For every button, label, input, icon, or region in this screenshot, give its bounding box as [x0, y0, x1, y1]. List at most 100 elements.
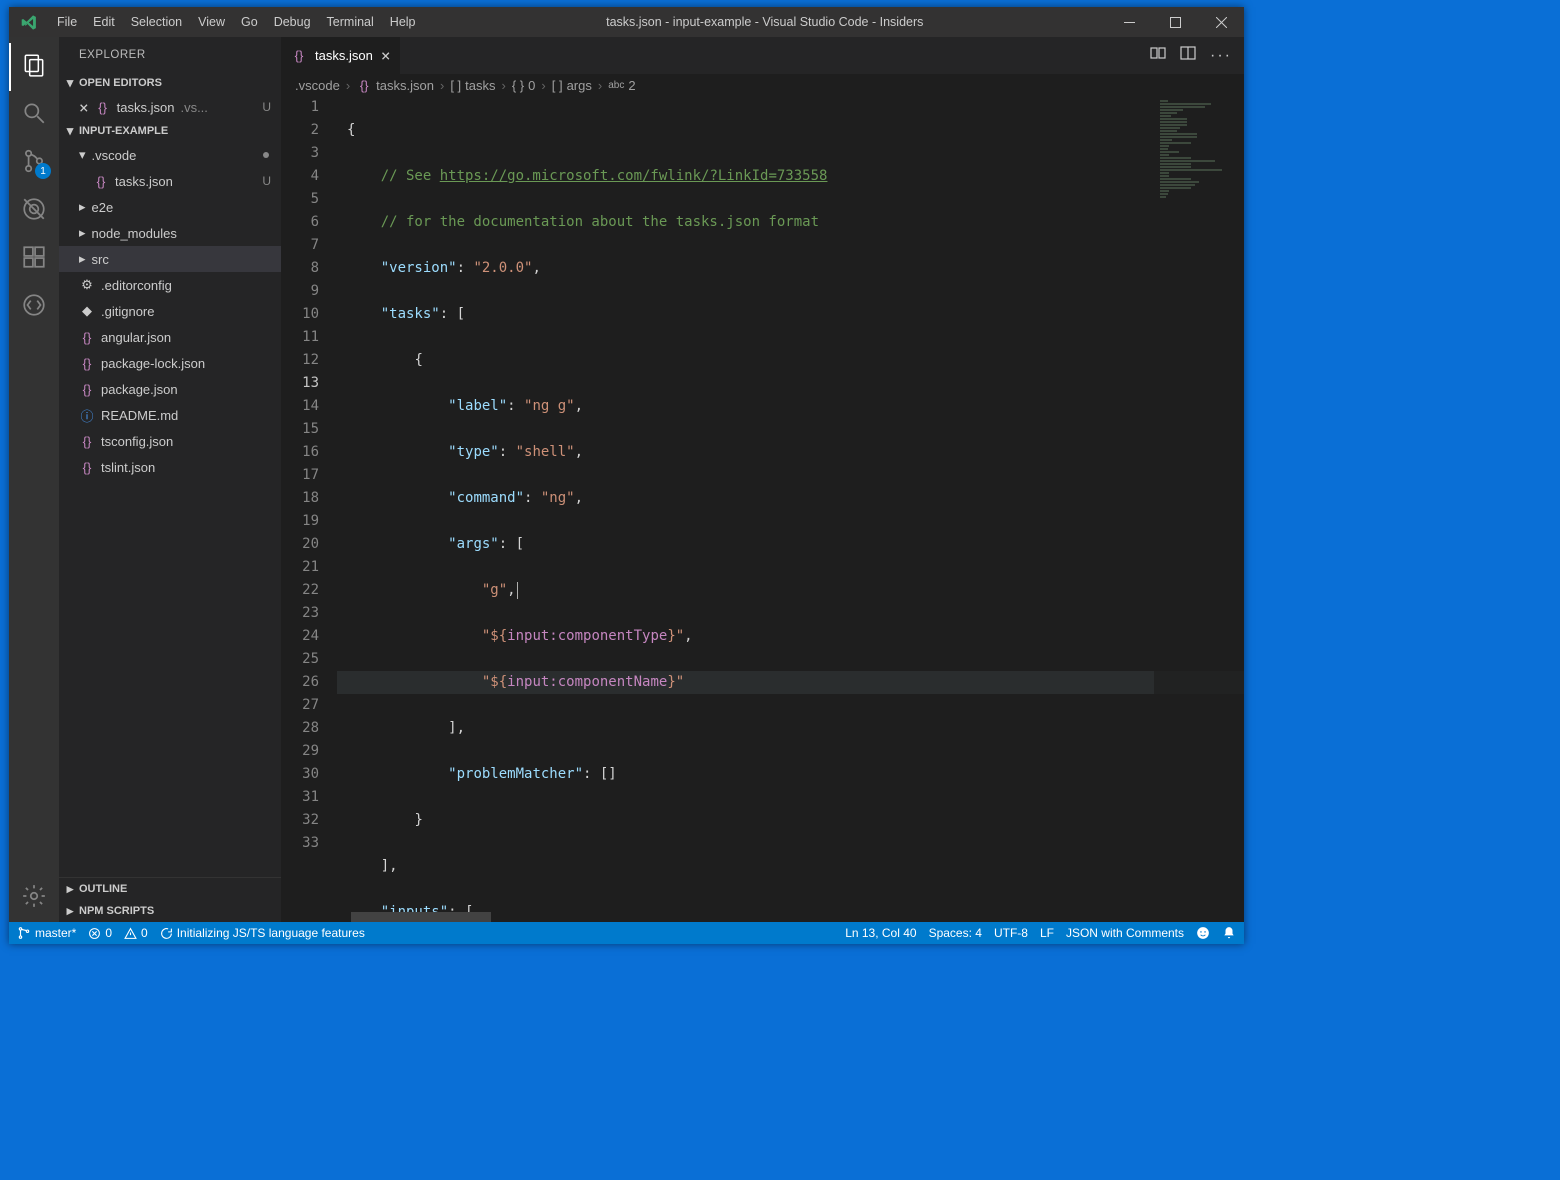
file-tsconfig[interactable]: {} tsconfig.json: [59, 428, 281, 454]
status-language[interactable]: JSON with Comments: [1066, 926, 1184, 940]
editor-group: {} tasks.json × ··· .vscode› {}tasks.jso…: [281, 37, 1244, 922]
close-button[interactable]: [1198, 7, 1244, 37]
menu-go[interactable]: Go: [233, 15, 266, 29]
info-icon: ⓘ: [79, 407, 95, 423]
json-icon: {}: [79, 381, 95, 397]
file-label: package.json: [101, 382, 178, 397]
outline-label: OUTLINE: [79, 883, 127, 895]
activity-settings[interactable]: [9, 874, 59, 922]
file-package-lock[interactable]: {}package-lock.json: [59, 350, 281, 376]
crumb-tasks[interactable]: tasks: [465, 78, 495, 93]
project-label: INPUT-EXAMPLE: [79, 125, 168, 137]
code-editor[interactable]: 1234567891011121314151617181920212223242…: [281, 96, 1244, 912]
activity-explorer[interactable]: [9, 43, 59, 91]
modified-dot-icon: [263, 152, 269, 158]
git-status: U: [262, 174, 271, 188]
file-label: .gitignore: [101, 304, 154, 319]
file-package-json[interactable]: {} package.json: [59, 376, 281, 402]
activity-debug[interactable]: [9, 187, 59, 235]
menu-bar: File Edit Selection View Go Debug Termin…: [49, 15, 424, 29]
menu-help[interactable]: Help: [382, 15, 424, 29]
json-icon: {}: [79, 459, 95, 475]
status-branch[interactable]: master*: [17, 926, 76, 940]
activity-bar: 1: [9, 37, 59, 922]
open-editors-header[interactable]: ▾OPEN EDITORS: [59, 72, 281, 94]
status-errors[interactable]: 0: [88, 926, 112, 940]
compare-icon[interactable]: [1150, 45, 1166, 66]
crumb-index[interactable]: 0: [528, 78, 535, 93]
file-tasks-json[interactable]: {}tasks.jsonU: [59, 168, 281, 194]
more-icon[interactable]: ···: [1210, 47, 1232, 65]
file-label: tsconfig.json: [101, 434, 173, 449]
status-eol[interactable]: LF: [1040, 926, 1054, 940]
close-icon[interactable]: ×: [79, 98, 89, 117]
json-icon: {}: [79, 433, 95, 449]
file-editorconfig[interactable]: ⚙ .editorconfig: [59, 272, 281, 298]
horizontal-scrollbar[interactable]: [281, 912, 1244, 922]
status-encoding[interactable]: UTF-8: [994, 926, 1028, 940]
file-label: angular.json: [101, 330, 171, 345]
crumb-args[interactable]: args: [567, 78, 592, 93]
vscode-logo-icon: [9, 14, 49, 31]
outline-header[interactable]: ▸OUTLINE: [59, 878, 281, 900]
object-icon: { }: [512, 78, 524, 93]
maximize-button[interactable]: [1152, 7, 1198, 37]
chevron-down-icon: ▾: [63, 75, 77, 91]
close-icon[interactable]: ×: [381, 46, 391, 65]
code-content[interactable]: { // See https://go.microsoft.com/fwlink…: [337, 96, 1244, 912]
npm-scripts-header[interactable]: ▸NPM SCRIPTS: [59, 900, 281, 922]
folder-e2e[interactable]: ▸e2e: [59, 194, 281, 220]
status-warnings[interactable]: 0: [124, 926, 148, 940]
git-status: U: [262, 100, 271, 114]
file-label: .editorconfig: [101, 278, 172, 293]
tab-tasks-json[interactable]: {} tasks.json ×: [281, 37, 401, 74]
folder-label: node_modules: [92, 226, 177, 241]
menu-terminal[interactable]: Terminal: [319, 15, 382, 29]
json-icon: {}: [356, 77, 372, 93]
menu-edit[interactable]: Edit: [85, 15, 123, 29]
chevron-right-icon: ▸: [79, 199, 86, 215]
folder-node-modules[interactable]: ▸node_modules: [59, 220, 281, 246]
json-icon: {}: [291, 48, 307, 64]
menu-debug[interactable]: Debug: [266, 15, 319, 29]
project-header[interactable]: ▾INPUT-EXAMPLE: [59, 120, 281, 142]
activity-scm[interactable]: 1: [9, 139, 59, 187]
open-editor-item[interactable]: × {} tasks.json .vs... U: [59, 94, 281, 120]
scm-badge: 1: [35, 163, 51, 179]
folder-label: src: [92, 252, 109, 267]
file-angular-json[interactable]: {}angular.json: [59, 324, 281, 350]
bell-icon[interactable]: [1222, 926, 1236, 940]
status-indent[interactable]: Spaces: 4: [929, 926, 982, 940]
crumb-folder[interactable]: .vscode: [295, 78, 340, 93]
split-editor-icon[interactable]: [1180, 45, 1196, 66]
status-cursor-pos[interactable]: Ln 13, Col 40: [845, 926, 916, 940]
minimize-button[interactable]: [1106, 7, 1152, 37]
open-editor-path: .vs...: [180, 100, 207, 115]
crumb-file[interactable]: tasks.json: [376, 78, 434, 93]
file-readme[interactable]: ⓘ README.md: [59, 402, 281, 428]
menu-selection[interactable]: Selection: [123, 15, 190, 29]
file-tslint[interactable]: {}tslint.json: [59, 454, 281, 480]
menu-file[interactable]: File: [49, 15, 85, 29]
folder-vscode[interactable]: ▾.vscode: [59, 142, 281, 168]
breadcrumb[interactable]: .vscode› {}tasks.json› [ ]tasks› { }0› […: [281, 74, 1244, 96]
status-init[interactable]: Initializing JS/TS language features: [160, 926, 365, 940]
activity-remote[interactable]: [9, 283, 59, 331]
menu-view[interactable]: View: [190, 15, 233, 29]
tab-label: tasks.json: [315, 48, 373, 63]
file-label: README.md: [101, 408, 178, 423]
file-gitignore[interactable]: ◆.gitignore: [59, 298, 281, 324]
activity-extensions[interactable]: [9, 235, 59, 283]
crumb-leaf[interactable]: 2: [628, 78, 635, 93]
feedback-icon[interactable]: [1196, 926, 1210, 940]
titlebar[interactable]: File Edit Selection View Go Debug Termin…: [9, 7, 1244, 37]
text-cursor: [517, 582, 518, 599]
activity-search[interactable]: [9, 91, 59, 139]
array-icon: [ ]: [450, 78, 461, 93]
chevron-down-icon: ▾: [63, 123, 77, 139]
folder-src[interactable]: ▸src: [59, 246, 281, 272]
gear-icon: ⚙: [79, 277, 95, 293]
json-icon: {}: [95, 99, 111, 115]
line-gutter: 1234567891011121314151617181920212223242…: [281, 96, 337, 912]
scrollbar-thumb[interactable]: [351, 912, 491, 922]
